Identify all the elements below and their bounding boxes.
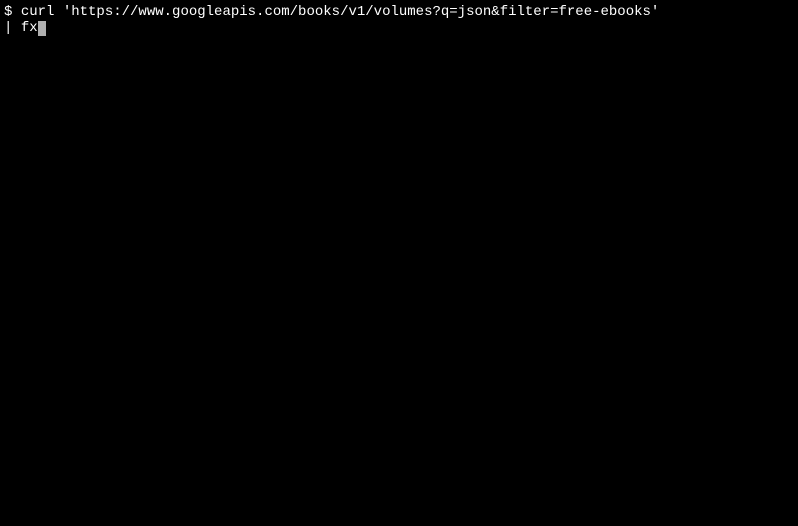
terminal-line-1[interactable]: $ curl 'https://www.googleapis.com/books… bbox=[4, 4, 794, 20]
terminal-cursor bbox=[38, 21, 46, 36]
command-text-1: curl 'https://www.googleapis.com/books/v… bbox=[21, 4, 660, 20]
terminal-line-2[interactable]: | fx bbox=[4, 20, 794, 36]
shell-prompt: $ bbox=[4, 4, 21, 20]
pipe-symbol: | bbox=[4, 20, 21, 36]
command-text-2: fx bbox=[21, 20, 38, 36]
